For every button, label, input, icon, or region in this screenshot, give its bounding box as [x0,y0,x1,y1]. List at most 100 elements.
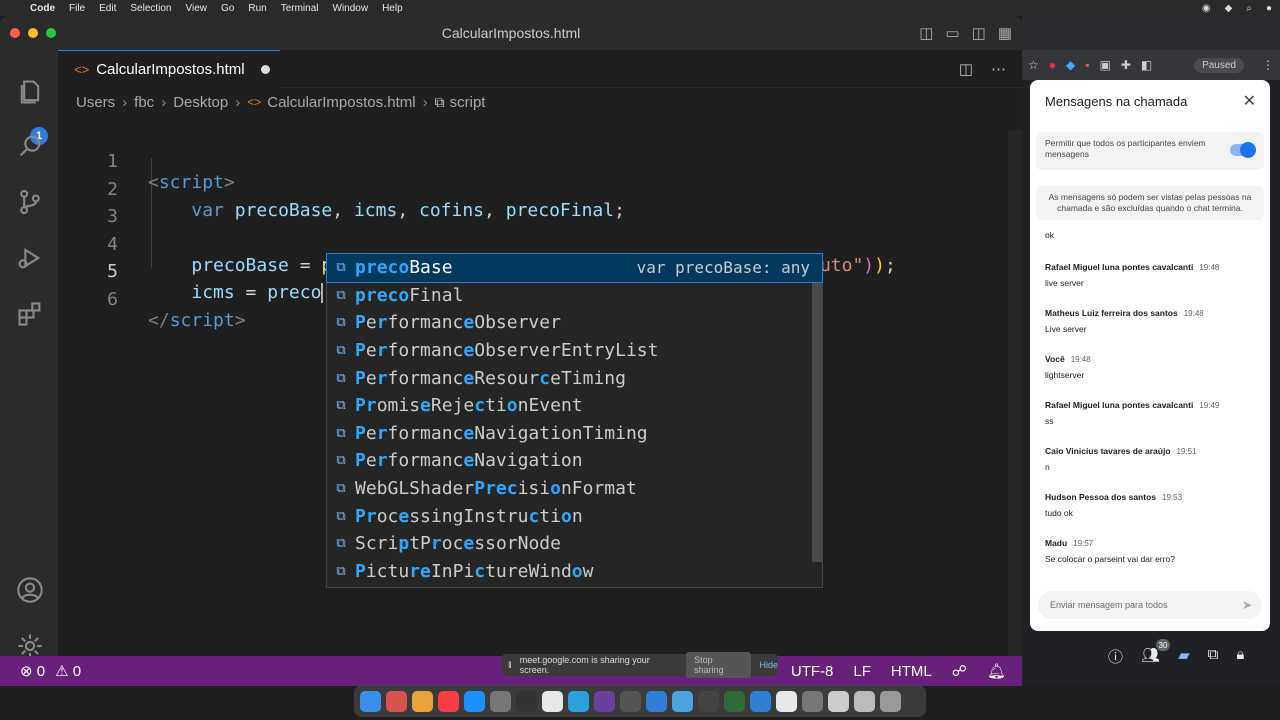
more-actions-icon[interactable]: ⋯ [991,60,1006,78]
spotlight-search-icon[interactable]: ⌕ [1246,3,1252,14]
app-icon[interactable] [724,690,745,712]
unsaved-dot-icon[interactable] [261,65,270,74]
menu-run[interactable]: Run [248,3,266,14]
finder-icon[interactable] [360,690,381,712]
close-icon[interactable]: ✕ [1243,91,1256,111]
feedback-icon[interactable]: ☍ [952,662,967,680]
accounts-icon[interactable] [14,574,46,606]
split-editor-icon[interactable]: ◫ [959,60,973,78]
extension-icon[interactable]: ▣ [1100,58,1111,72]
breadcrumb-users[interactable]: Users [76,94,115,111]
breadcrumb-fbc[interactable]: fbc [134,94,154,111]
suggest-item[interactable]: ⧉ precoBase var precoBase: any [326,253,823,283]
chrome-menu-icon[interactable]: ⋮ [1262,58,1274,72]
app-icon[interactable] [620,690,641,712]
suggest-item[interactable]: ⧉ PromiseRejectionEvent [327,392,822,420]
terminal-icon[interactable] [516,690,537,712]
vscode-dock-icon[interactable] [646,690,667,712]
suggest-item[interactable]: ⧉ PerformanceObserverEntryList [327,337,822,365]
activities-icon[interactable]: ⧉ [1208,646,1219,667]
extensions-puzzle-icon[interactable]: ✚ [1121,58,1131,72]
run-debug-icon[interactable] [14,242,46,274]
menu-terminal[interactable]: Terminal [281,3,319,14]
photos-icon[interactable] [412,690,433,712]
suggest-item[interactable]: ⧉ PerformanceResourceTiming [327,364,822,392]
suggest-item[interactable]: ⧉ PerformanceNavigation [327,447,822,475]
host-controls-icon[interactable]: 🔒︎ [1236,646,1244,667]
side-panel-icon[interactable]: ◧ [1141,58,1152,72]
system-settings-icon[interactable] [490,690,511,712]
chat-icon[interactable]: ▰ [1178,646,1190,667]
toggle-panel-icon[interactable]: ▭ [945,24,959,42]
siri-icon[interactable]: ● [1266,3,1272,14]
allow-messages-toggle[interactable] [1230,142,1256,158]
send-icon[interactable]: ➤ [1242,598,1252,612]
app-icon[interactable] [802,690,823,712]
bookmark-star-icon[interactable]: ☆ [1028,58,1039,72]
errors-indicator[interactable]: ⊗ 0 [20,662,45,680]
source-control-icon[interactable] [14,186,46,218]
toggle-sidebar-icon[interactable]: ◫ [919,24,933,42]
breadcrumb-desktop[interactable]: Desktop [173,94,228,111]
search-icon[interactable] [14,130,46,162]
stop-sharing-button[interactable]: Stop sharing [686,652,752,678]
menu-view[interactable]: View [186,3,208,14]
app-store-icon[interactable] [464,690,485,712]
chat-message-input[interactable]: Enviar mensagem para todos ➤ [1038,591,1262,619]
meeting-details-icon[interactable]: ⓘ [1108,646,1123,667]
code-line[interactable]: 3 [58,185,1008,227]
code-line[interactable]: 2 var precoBase, icms, cofins, precoFina… [58,158,1008,221]
music-icon[interactable] [438,690,459,712]
hide-share-bar-button[interactable]: Hide [759,660,778,670]
breadcrumb-file[interactable]: CalcularImpostos.html [267,94,415,111]
code-line[interactable]: 4 precoBase = parseFloat(prompt("Digite … [58,213,1008,276]
launchpad-icon[interactable] [386,690,407,712]
dropbox-icon[interactable]: ◆ [1225,3,1233,14]
warnings-indicator[interactable]: ⚠ 0 [55,662,81,680]
code-line[interactable]: 1 <script> [58,130,1008,193]
notifications-bell-icon[interactable]: 🔔︎ [987,662,1006,680]
extensions-icon[interactable] [14,298,46,330]
encoding-indicator[interactable]: UTF-8 [791,663,834,680]
minimize-window-button[interactable] [28,28,38,38]
breadcrumb-script[interactable]: script [450,94,486,111]
tab-calcularimpostos[interactable]: <> CalcularImpostos.html [58,50,280,88]
close-window-button[interactable] [10,28,20,38]
vscode-dock-icon[interactable] [750,690,771,712]
app-icon[interactable] [594,690,615,712]
suggest-item[interactable]: ⧉ WebGLShaderPrecisionFormat [327,475,822,503]
menu-go[interactable]: Go [221,3,234,14]
screen-sharing-icon[interactable]: ◉ [1202,3,1211,14]
menu-help[interactable]: Help [382,3,403,14]
suggest-item[interactable]: ⧉ PictureInPictureWindow [327,558,822,586]
profile-paused-button[interactable]: Paused [1194,57,1244,73]
suggest-item[interactable]: ⧉ ProcessingInstruction [327,502,822,530]
customize-layout-icon[interactable]: ▦ [998,24,1012,42]
telegram-icon[interactable] [568,690,589,712]
menu-edit[interactable]: Edit [99,3,116,14]
document-icon[interactable] [828,690,849,712]
suggest-item[interactable]: ⧉ PerformanceObserver [327,309,822,337]
suggest-item[interactable]: ⧉ precoFinal [327,282,822,310]
chrome-icon[interactable] [776,690,797,712]
extension-icon[interactable]: ● [1049,58,1056,72]
chrome-icon[interactable] [542,690,563,712]
menu-app-name[interactable]: Code [30,3,55,14]
extension-icon[interactable]: ◆ [1066,58,1075,72]
menu-selection[interactable]: Selection [130,3,171,14]
trash-icon[interactable] [880,690,901,712]
menu-window[interactable]: Window [333,3,369,14]
editor-scrollbar[interactable] [1008,130,1022,670]
extension-icon[interactable]: ▪ [1085,58,1089,72]
suggest-item[interactable]: ⧉ PerformanceNavigationTiming [327,420,822,448]
app-icon[interactable] [672,690,693,712]
people-icon[interactable]: 👥︎ [1141,646,1160,667]
toggle-secondary-sidebar-icon[interactable]: ◫ [972,24,986,42]
zoom-window-button[interactable] [46,28,56,38]
menu-file[interactable]: File [69,3,85,14]
explorer-icon[interactable] [14,76,46,108]
eol-indicator[interactable]: LF [853,663,871,680]
app-icon[interactable] [698,690,719,712]
suggest-item[interactable]: ⧉ ScriptProcessorNode [327,530,822,558]
language-mode[interactable]: HTML [891,663,932,680]
